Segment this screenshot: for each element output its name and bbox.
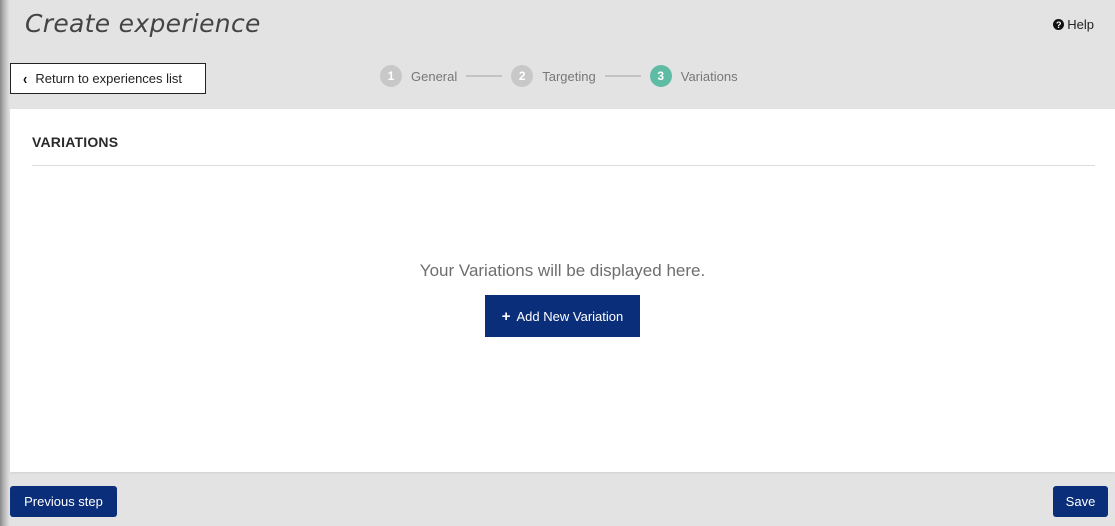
variations-panel: VARIATIONS Your Variations will be displ…: [10, 109, 1115, 472]
panel-title: VARIATIONS: [32, 134, 119, 150]
question-circle-icon: ?: [1053, 19, 1065, 30]
step-general[interactable]: 1 General: [380, 65, 457, 87]
page-title: Create experience: [25, 9, 261, 38]
stepper: 1 General 2 Targeting 3 Variations: [380, 65, 738, 87]
help-label: Help: [1067, 17, 1094, 32]
step-variations[interactable]: 3 Variations: [649, 65, 738, 87]
step-label: Variations: [680, 68, 738, 84]
return-label: Return to experiences list: [35, 71, 183, 86]
step-number: 3: [649, 65, 672, 87]
step-connector: [466, 75, 503, 77]
chevron-left-icon: ‹: [23, 69, 28, 88]
return-to-list-button[interactable]: ‹ Return to experiences list: [10, 63, 206, 94]
step-label: Targeting: [542, 68, 596, 84]
left-edge-shadow: [0, 0, 10, 526]
save-button[interactable]: Save: [1053, 486, 1108, 517]
step-connector: [604, 75, 641, 77]
empty-state-message: Your Variations will be displayed here.: [419, 261, 706, 280]
step-number: 1: [380, 65, 402, 87]
plus-icon: +: [501, 307, 511, 325]
add-new-variation-button[interactable]: + Add New Variation: [485, 295, 640, 337]
help-link[interactable]: ? Help: [1053, 17, 1094, 32]
step-targeting[interactable]: 2 Targeting: [511, 65, 596, 87]
divider: [32, 165, 1095, 166]
add-button-label: Add New Variation: [516, 308, 624, 324]
step-label: General: [411, 68, 458, 84]
step-number: 2: [511, 65, 534, 87]
previous-step-button[interactable]: Previous step: [10, 486, 117, 517]
